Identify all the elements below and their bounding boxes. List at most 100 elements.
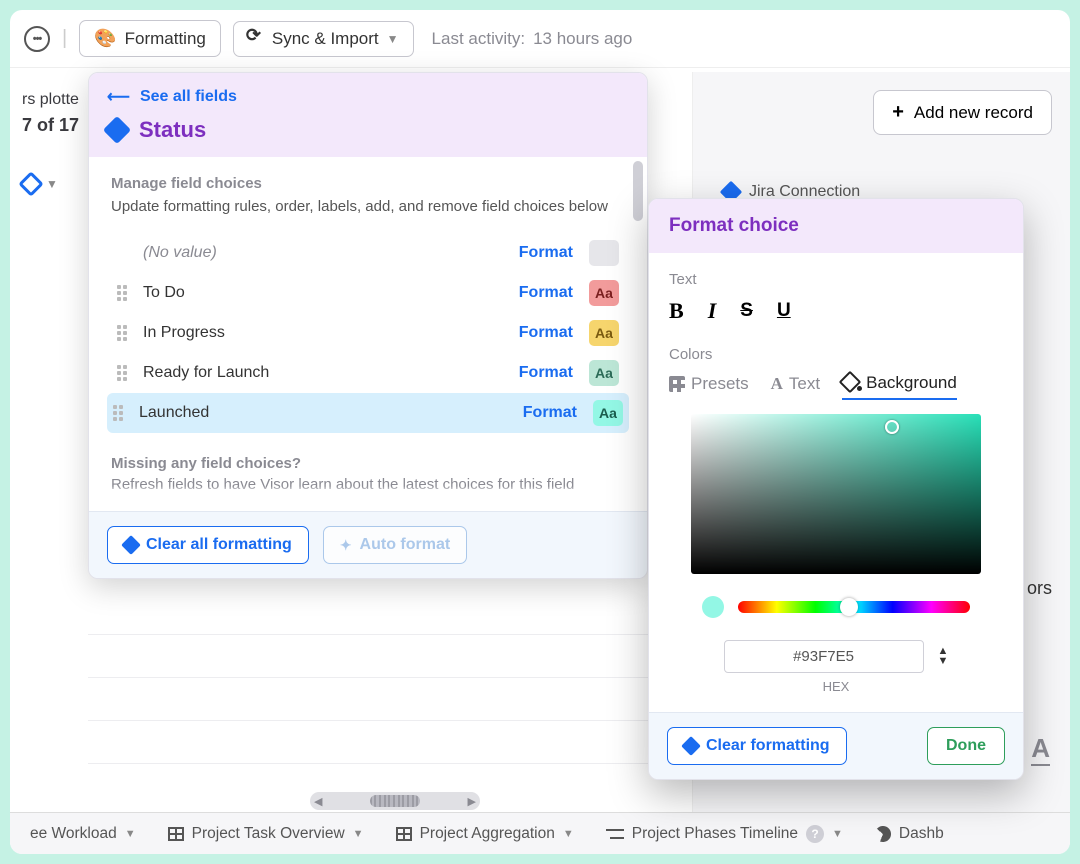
chevron-down-icon[interactable]: ▼ (563, 828, 574, 840)
drag-handle-icon[interactable] (117, 363, 131, 383)
sv-cursor[interactable] (885, 420, 899, 434)
drag-handle-icon[interactable] (117, 283, 131, 303)
format-link[interactable]: Format (523, 404, 577, 422)
chevron-down-icon: ▼ (46, 175, 58, 193)
sheet-tab-strip: ee Workload ▼ Project Task Overview ▼ Pr… (10, 812, 1070, 854)
auto-format-button: ✦ Auto format (323, 526, 467, 564)
chevron-down-icon[interactable]: ▼ (832, 828, 843, 840)
formatting-button[interactable]: 🎨 Formatting (79, 20, 221, 57)
choice-label: Ready for Launch (143, 364, 507, 382)
app-canvas: | 🎨 Formatting Sync & Import ▼ Last acti… (10, 10, 1070, 854)
spreadsheet-grid[interactable] (88, 592, 680, 792)
chevron-down-icon[interactable]: ▼ (353, 828, 364, 840)
fragment-text: rs plotte (22, 88, 90, 112)
hex-input-row: ▲▼ (669, 640, 1003, 673)
swatch-none: Aa (589, 240, 619, 266)
formatting-label: Formatting (125, 29, 206, 49)
sync-label: Sync & Import (272, 29, 379, 49)
chevron-down-icon[interactable]: ▼ (125, 828, 136, 840)
stepper-down-icon[interactable]: ▼ (938, 657, 949, 667)
chevron-down-icon: ▼ (387, 32, 399, 46)
hue-slider[interactable] (738, 601, 970, 613)
color-tabs: Presets A Text Background (669, 373, 1003, 400)
field-settings-panel: ⟵ See all fields Status Manage field cho… (88, 72, 648, 579)
status-icon (103, 116, 131, 144)
table-icon (396, 827, 412, 841)
sync-icon (248, 31, 264, 47)
sheet-tab[interactable]: ee Workload ▼ (18, 817, 148, 851)
paint-icon (681, 736, 701, 756)
swatch: Aa (589, 280, 619, 306)
add-record-button[interactable]: + Add new record (873, 90, 1052, 135)
bold-button[interactable]: B (669, 298, 684, 324)
status-title: Status (139, 117, 206, 143)
tab-text-color[interactable]: A Text (771, 374, 820, 399)
italic-button[interactable]: I (708, 298, 717, 324)
wand-icon: ✦ (340, 537, 352, 554)
choice-row[interactable]: Ready for Launch Format Aa (111, 353, 625, 393)
choice-row[interactable]: To Do Format Aa (111, 273, 625, 313)
field-chip[interactable]: ▼ (22, 175, 90, 193)
vertical-scrollbar[interactable] (633, 161, 643, 221)
sheet-tab[interactable]: Dashb (863, 817, 956, 851)
format-link[interactable]: Format (519, 284, 573, 302)
hex-stepper[interactable]: ▲▼ (938, 647, 949, 667)
help-icon[interactable]: ? (806, 825, 824, 843)
divider: | (62, 27, 67, 50)
choice-row[interactable]: In Progress Format Aa (111, 313, 625, 353)
scroll-left-icon[interactable]: ◀ (314, 795, 322, 808)
text-color-icon: A (771, 374, 783, 394)
arrow-left-icon: ⟵ (107, 87, 130, 107)
choice-label: Launched (139, 404, 511, 422)
clear-all-formatting-button[interactable]: Clear all formatting (107, 526, 309, 564)
horizontal-scrollbar[interactable]: ◀ ▶ (310, 792, 480, 810)
jira-connection-row[interactable]: Jira Connection (723, 135, 1052, 201)
scroll-right-icon[interactable]: ▶ (468, 795, 476, 808)
swatch: Aa (589, 320, 619, 346)
hue-row (669, 596, 1003, 618)
text-section-label: Text (669, 271, 1003, 288)
hex-label: HEX (669, 679, 1003, 694)
sheet-tab[interactable]: Project Aggregation ▼ (384, 817, 586, 851)
scrollbar-thumb[interactable] (370, 795, 420, 807)
format-choice-footer: Clear formatting Done (649, 712, 1023, 779)
add-record-label: Add new record (914, 103, 1033, 123)
format-link[interactable]: Format (519, 244, 573, 262)
drag-handle-icon[interactable] (113, 403, 127, 423)
strikethrough-button[interactable]: S (740, 300, 753, 322)
last-activity-label: Last activity: (432, 29, 526, 49)
choice-label: In Progress (143, 324, 507, 342)
see-all-fields-link[interactable]: ⟵ See all fields (107, 87, 629, 107)
choice-row-selected[interactable]: Launched Format Aa (107, 393, 629, 433)
format-link[interactable]: Format (519, 364, 573, 382)
saturation-value-picker[interactable] (691, 414, 981, 574)
drag-handle-icon[interactable] (117, 323, 131, 343)
current-color-swatch (702, 596, 724, 618)
diamond-icon (18, 171, 43, 196)
format-link[interactable]: Format (519, 324, 573, 342)
record-count: 7 of 17 (22, 112, 90, 139)
sync-import-button[interactable]: Sync & Import ▼ (233, 21, 414, 57)
truncated-text: ors (1027, 578, 1052, 599)
format-choice-title: Format choice (649, 199, 1023, 253)
done-button[interactable]: Done (927, 727, 1005, 765)
paint-icon (121, 535, 141, 555)
missing-description: Refresh fields to have Visor learn about… (111, 476, 625, 493)
tab-background-color[interactable]: Background (842, 373, 957, 400)
comment-icon[interactable] (24, 26, 50, 52)
tab-presets[interactable]: Presets (669, 374, 749, 399)
hex-input[interactable] (724, 640, 924, 673)
left-column-fragment: rs plotte 7 of 17 ▼ (10, 88, 90, 193)
underline-button[interactable]: U (777, 300, 791, 322)
last-activity-value: 13 hours ago (533, 29, 632, 49)
swatch: Aa (593, 400, 623, 426)
sheet-tab[interactable]: Project Task Overview ▼ (156, 817, 376, 851)
sheet-tab[interactable]: Project Phases Timeline ? ▼ (594, 817, 855, 851)
hue-thumb[interactable] (840, 598, 858, 616)
bucket-icon (842, 375, 860, 391)
status-title-row: Status (107, 117, 629, 143)
clear-formatting-button[interactable]: Clear formatting (667, 727, 847, 765)
format-indicator: A (1031, 733, 1050, 766)
panel-body: Manage field choices Update formatting r… (89, 157, 647, 511)
auto-format-label: Auto format (360, 536, 451, 554)
